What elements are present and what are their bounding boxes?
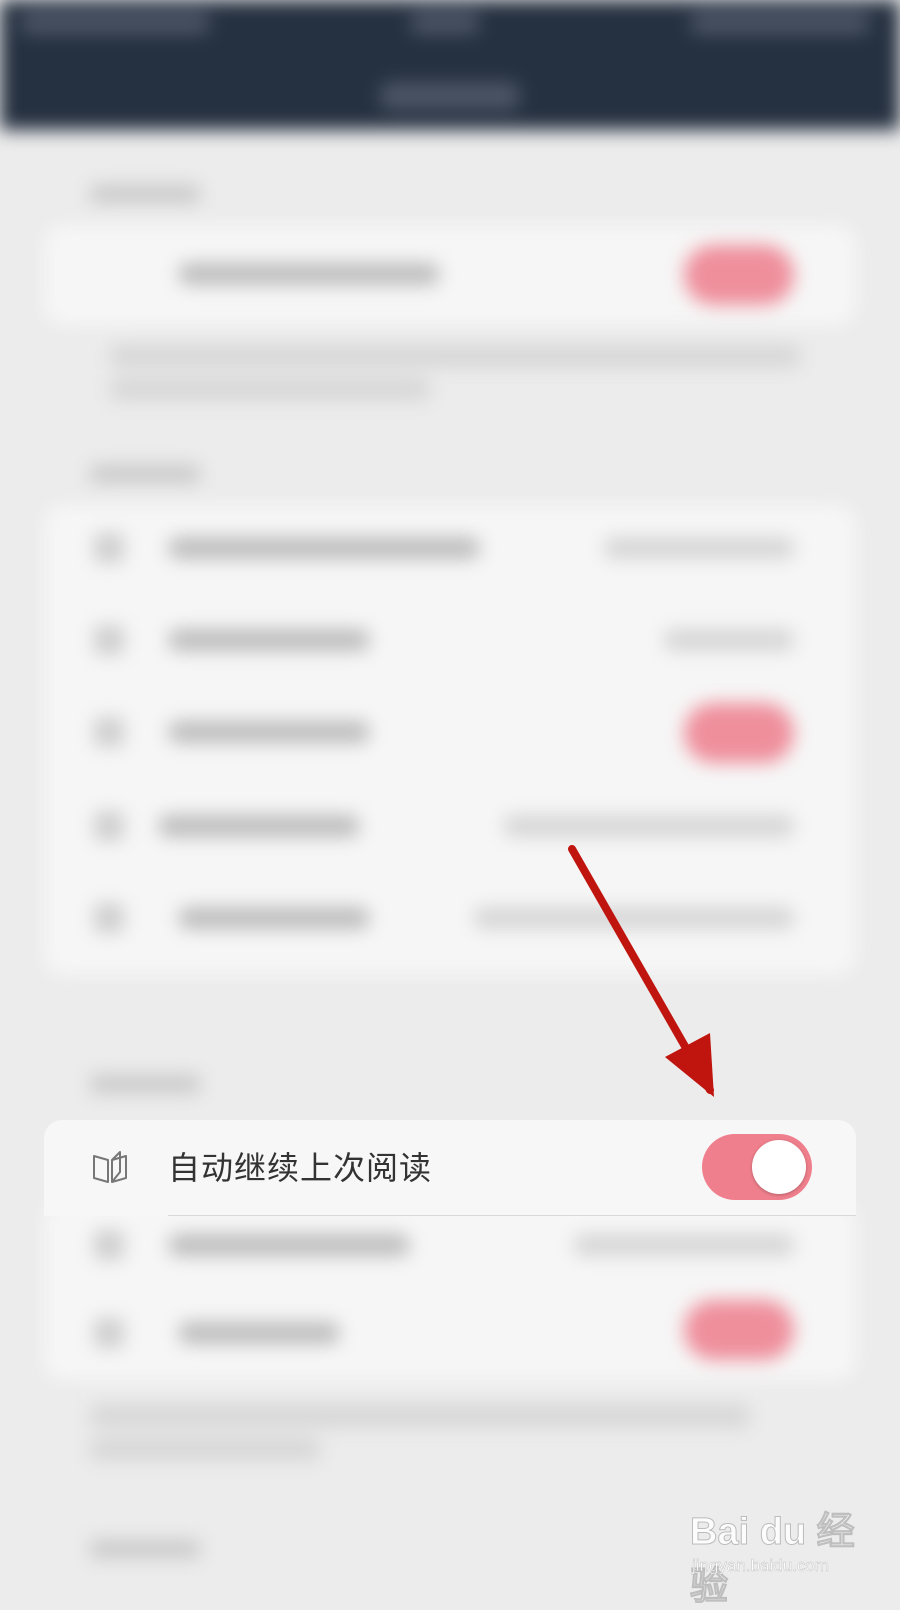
setting-label: 自动继续上次阅读 <box>168 1149 433 1187</box>
setting-row-auto-resume-reading[interactable]: 自动继续上次阅读 <box>44 1120 856 1216</box>
baidu-jingyan-watermark: Bai du 经验 jingyan.baidu.com <box>690 1500 860 1609</box>
status-bar <box>0 0 900 130</box>
open-book-icon <box>93 1151 127 1183</box>
blurred-background <box>0 0 900 1600</box>
red-annotation-arrow <box>568 845 714 1097</box>
auto-resume-toggle[interactable] <box>702 1134 812 1200</box>
watermark-url: jingyan.baidu.com <box>692 1556 830 1575</box>
toggle-knob <box>752 1140 806 1194</box>
watermark-brand: Bai du 经验 <box>690 1511 856 1609</box>
row-divider <box>168 1215 856 1216</box>
